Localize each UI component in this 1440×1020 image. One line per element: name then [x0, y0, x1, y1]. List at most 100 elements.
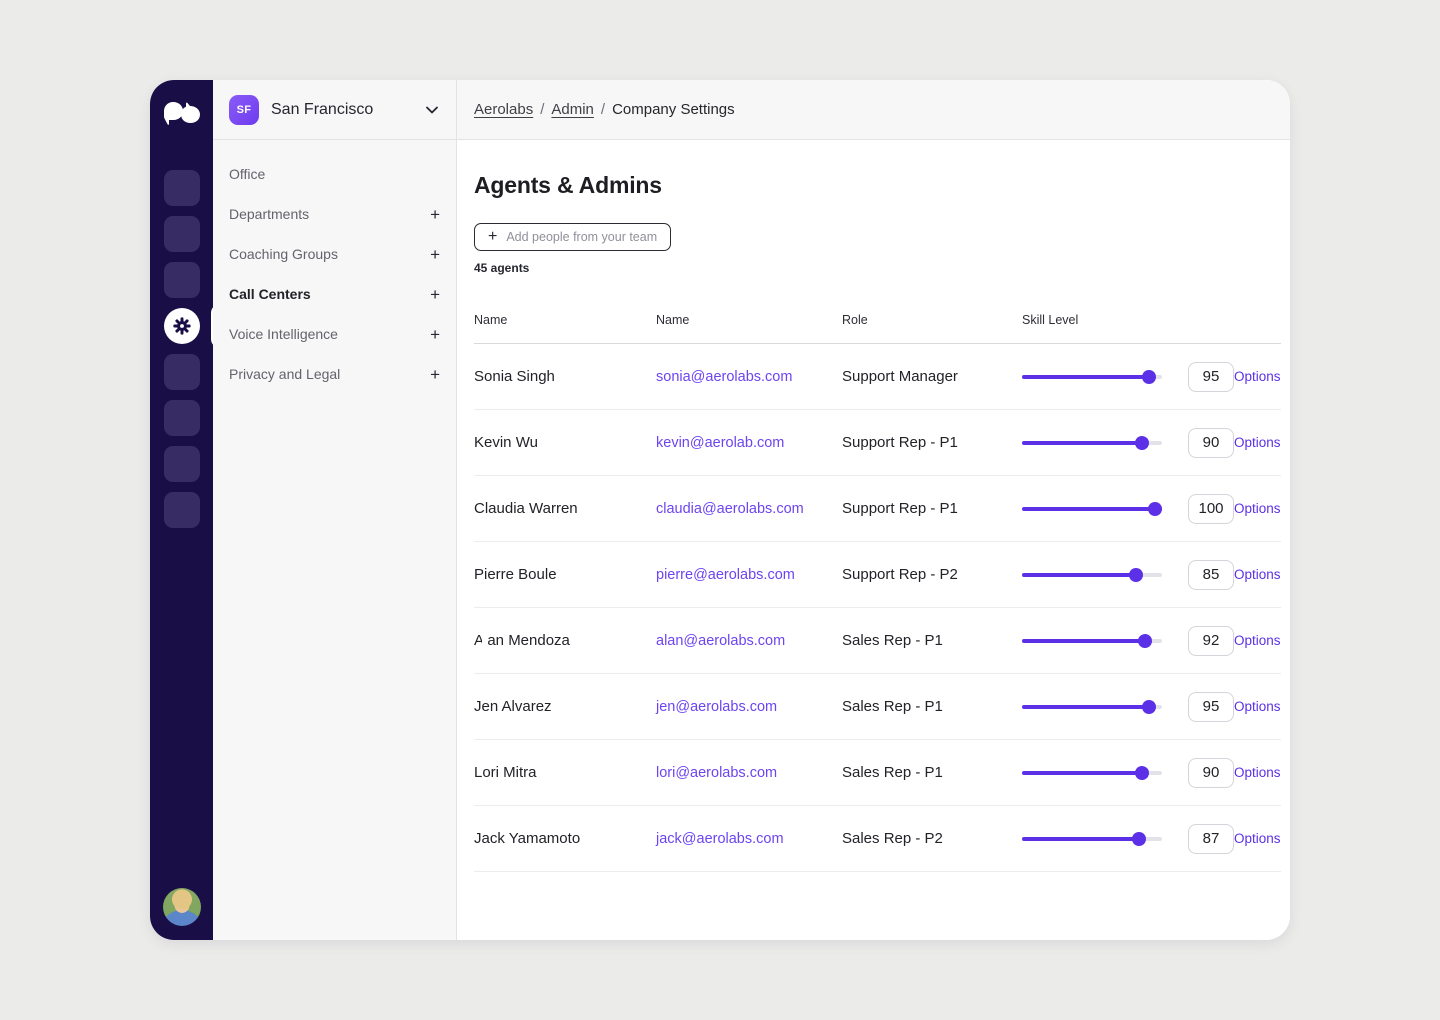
agents-table: Name Name Role Skill Level Sonia Singh s… — [474, 313, 1281, 872]
rail-icon-placeholder-1[interactable] — [164, 170, 200, 206]
agent-email-link[interactable]: claudia@aerolabs.com — [656, 501, 842, 517]
agent-role: Support Rep - P2 — [842, 566, 1022, 583]
dialpad-logo[interactable] — [163, 98, 201, 128]
agent-role: Sales Rep - P1 — [842, 698, 1022, 715]
skill-value-input[interactable] — [1188, 692, 1234, 722]
skill-slider[interactable] — [1022, 766, 1162, 780]
rail-icon-placeholder-5[interactable] — [164, 400, 200, 436]
agent-name: Pierre Boule — [474, 566, 656, 583]
skill-value-input[interactable] — [1188, 626, 1234, 656]
options-link[interactable]: Options — [1234, 765, 1281, 780]
slider-thumb[interactable] — [1142, 700, 1156, 714]
agent-email-link[interactable]: sonia@aerolabs.com — [656, 369, 842, 385]
settings-icon[interactable] — [164, 308, 200, 344]
expand-plus-icon[interactable]: + — [430, 246, 440, 263]
rail-icon-placeholder-2[interactable] — [164, 216, 200, 252]
breadcrumb-separator: / — [540, 101, 544, 118]
sidebar-item-voice-intelligence[interactable]: Voice Intelligence + — [213, 314, 456, 354]
rail-icon-placeholder-4[interactable] — [164, 354, 200, 390]
main-content: Aerolabs / Admin / Company Settings Agen… — [457, 80, 1290, 940]
agent-role: Support Rep - P1 — [842, 434, 1022, 451]
slider-fill — [1022, 639, 1151, 643]
sidebar-item-privacy-and-legal[interactable]: Privacy and Legal + — [213, 354, 456, 394]
skill-slider[interactable] — [1022, 436, 1162, 450]
chevron-down-icon — [424, 102, 440, 118]
page-title: Agents & Admins — [474, 172, 1281, 199]
agent-name: Sonia Singh — [474, 368, 656, 385]
skill-value-input[interactable] — [1188, 428, 1234, 458]
sidebar-item-office[interactable]: Office — [213, 154, 456, 194]
workspace-switcher[interactable]: SF San Francisco — [213, 80, 456, 140]
slider-thumb[interactable] — [1148, 502, 1162, 516]
skill-value-input[interactable] — [1188, 824, 1234, 854]
rail-icon-placeholder-6[interactable] — [164, 446, 200, 482]
expand-plus-icon[interactable]: + — [430, 366, 440, 383]
skill-value-input[interactable] — [1188, 560, 1234, 590]
col-header-skill: Skill Level — [1022, 313, 1162, 327]
slider-thumb[interactable] — [1138, 634, 1152, 648]
options-link[interactable]: Options — [1234, 633, 1281, 648]
sidebar-item-label: Departments — [229, 206, 309, 222]
skill-slider[interactable] — [1022, 634, 1162, 648]
skill-slider[interactable] — [1022, 832, 1162, 846]
slider-thumb[interactable] — [1135, 436, 1149, 450]
add-people-label: Add people from your team — [506, 230, 657, 244]
sidebar-item-label: Privacy and Legal — [229, 366, 340, 382]
agent-name: Jen Alvarez — [474, 698, 656, 715]
plus-icon: + — [488, 229, 497, 245]
skill-slider[interactable] — [1022, 370, 1162, 384]
skill-value-input[interactable] — [1188, 494, 1234, 524]
skill-slider[interactable] — [1022, 502, 1162, 516]
agent-email-link[interactable]: alan@aerolabs.com — [656, 633, 842, 649]
slider-thumb[interactable] — [1135, 766, 1149, 780]
expand-plus-icon[interactable]: + — [430, 326, 440, 343]
options-link[interactable]: Options — [1234, 567, 1281, 582]
slider-thumb[interactable] — [1142, 370, 1156, 384]
sidebar-nav-list: OfficeDepartments+Coaching Groups+Call C… — [213, 140, 456, 394]
add-people-button[interactable]: + Add people from your team — [474, 223, 671, 251]
workspace-badge: SF — [229, 95, 259, 125]
agent-role: Support Rep - P1 — [842, 500, 1022, 517]
expand-plus-icon[interactable]: + — [430, 286, 440, 303]
user-avatar[interactable] — [163, 888, 201, 926]
sidebar-item-label: Call Centers — [229, 286, 311, 302]
options-link[interactable]: Options — [1234, 501, 1281, 516]
agent-email-link[interactable]: pierre@aerolabs.com — [656, 567, 842, 583]
table-row: Jack Yamamoto jack@aerolabs.com Sales Re… — [474, 806, 1281, 872]
rail-icon-placeholder-3[interactable] — [164, 262, 200, 298]
table-row: Claudia Warren claudia@aerolabs.com Supp… — [474, 476, 1281, 542]
agent-email-link[interactable]: jack@aerolabs.com — [656, 831, 842, 847]
agent-email-link[interactable]: lori@aerolabs.com — [656, 765, 842, 781]
skill-value-input[interactable] — [1188, 362, 1234, 392]
skill-slider[interactable] — [1022, 568, 1162, 582]
breadcrumb-separator: / — [601, 101, 605, 118]
rail-icon-placeholder-7[interactable] — [164, 492, 200, 528]
breadcrumb-link-aerolabs[interactable]: Aerolabs — [474, 101, 533, 118]
expand-plus-icon[interactable]: + — [430, 206, 440, 223]
agent-role: Sales Rep - P1 — [842, 632, 1022, 649]
sidebar-item-call-centers[interactable]: Call Centers + — [213, 274, 456, 314]
workspace-name: San Francisco — [271, 101, 373, 119]
options-link[interactable]: Options — [1234, 699, 1281, 714]
options-link[interactable]: Options — [1234, 369, 1281, 384]
sidebar-item-label: Voice Intelligence — [229, 326, 338, 342]
slider-thumb[interactable] — [1132, 832, 1146, 846]
slider-fill — [1022, 771, 1148, 775]
options-link[interactable]: Options — [1234, 831, 1281, 846]
breadcrumb-link-admin[interactable]: Admin — [551, 101, 594, 118]
table-row: Lori Mitra lori@aerolabs.com Sales Rep -… — [474, 740, 1281, 806]
options-link[interactable]: Options — [1234, 435, 1281, 450]
slider-fill — [1022, 573, 1141, 577]
agent-email-link[interactable]: jen@aerolabs.com — [656, 699, 842, 715]
table-row: Alan Mendoza alan@aerolabs.com Sales Rep… — [474, 608, 1281, 674]
sidebar-item-coaching-groups[interactable]: Coaching Groups + — [213, 234, 456, 274]
agent-role: Sales Rep - P1 — [842, 764, 1022, 781]
col-header-name: Name — [474, 313, 656, 327]
agent-email-link[interactable]: kevin@aerolab.com — [656, 435, 842, 451]
sidebar-item-label: Coaching Groups — [229, 246, 338, 262]
skill-slider[interactable] — [1022, 700, 1162, 714]
slider-thumb[interactable] — [1129, 568, 1143, 582]
sidebar-item-departments[interactable]: Departments + — [213, 194, 456, 234]
scrollbar-thumb[interactable] — [482, 615, 488, 671]
skill-value-input[interactable] — [1188, 758, 1234, 788]
